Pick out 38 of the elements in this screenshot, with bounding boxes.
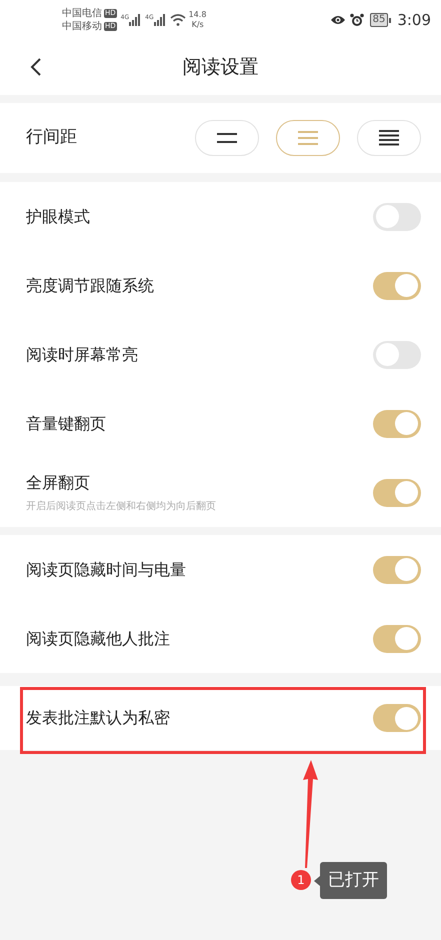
wifi-icon bbox=[170, 14, 186, 26]
setting-label: 亮度调节跟随系统 bbox=[26, 274, 155, 296]
toggle-switch[interactable] bbox=[373, 410, 421, 438]
line-spacing-icon bbox=[217, 133, 237, 143]
toggle-switch[interactable] bbox=[373, 202, 421, 230]
carrier-name: 中国移动 bbox=[62, 20, 102, 32]
setting-label: 护眼模式 bbox=[26, 206, 91, 228]
line-spacing-icon bbox=[298, 131, 318, 145]
page-title: 阅读设置 bbox=[182, 55, 258, 80]
toggle-switch[interactable] bbox=[373, 478, 421, 506]
setting-label: 行间距 bbox=[26, 126, 78, 150]
toggle-switch[interactable] bbox=[373, 556, 421, 584]
callout-pointer bbox=[314, 876, 320, 886]
setting-label: 阅读时屏幕常亮 bbox=[26, 344, 139, 366]
speed-unit: K/s bbox=[190, 20, 205, 30]
battery-indicator: 85 bbox=[370, 13, 392, 27]
toggle-switch[interactable] bbox=[373, 704, 421, 732]
setting-label: 阅读页隐藏时间与电量 bbox=[26, 558, 187, 580]
setting-label: 阅读页隐藏他人批注 bbox=[26, 628, 171, 650]
callout-label: 已打开 bbox=[320, 862, 387, 899]
network-speed: 14.8 bbox=[188, 10, 206, 20]
toggle-switch[interactable] bbox=[373, 272, 421, 300]
toggle-switch[interactable] bbox=[373, 624, 421, 652]
line-spacing-option[interactable] bbox=[357, 120, 421, 156]
alarm-clock-icon bbox=[350, 13, 364, 27]
line-spacing-icon bbox=[379, 130, 399, 146]
line-spacing-option[interactable] bbox=[195, 120, 259, 156]
setting-description: 开启后阅读页点击左侧和右侧均为向后翻页 bbox=[26, 500, 217, 514]
clock-time: 3:09 bbox=[397, 10, 431, 31]
step-badge: 1 bbox=[291, 870, 311, 890]
carrier-name: 中国电信 bbox=[62, 8, 102, 20]
signal-icon bbox=[129, 14, 142, 26]
setting-label: 全屏翻页 bbox=[26, 472, 91, 494]
signal-icon bbox=[154, 14, 166, 26]
eye-icon bbox=[330, 14, 346, 26]
toggle-switch[interactable] bbox=[373, 340, 421, 368]
setting-label: 发表批注默认为私密 bbox=[26, 707, 171, 729]
setting-label: 音量键翻页 bbox=[26, 412, 107, 434]
